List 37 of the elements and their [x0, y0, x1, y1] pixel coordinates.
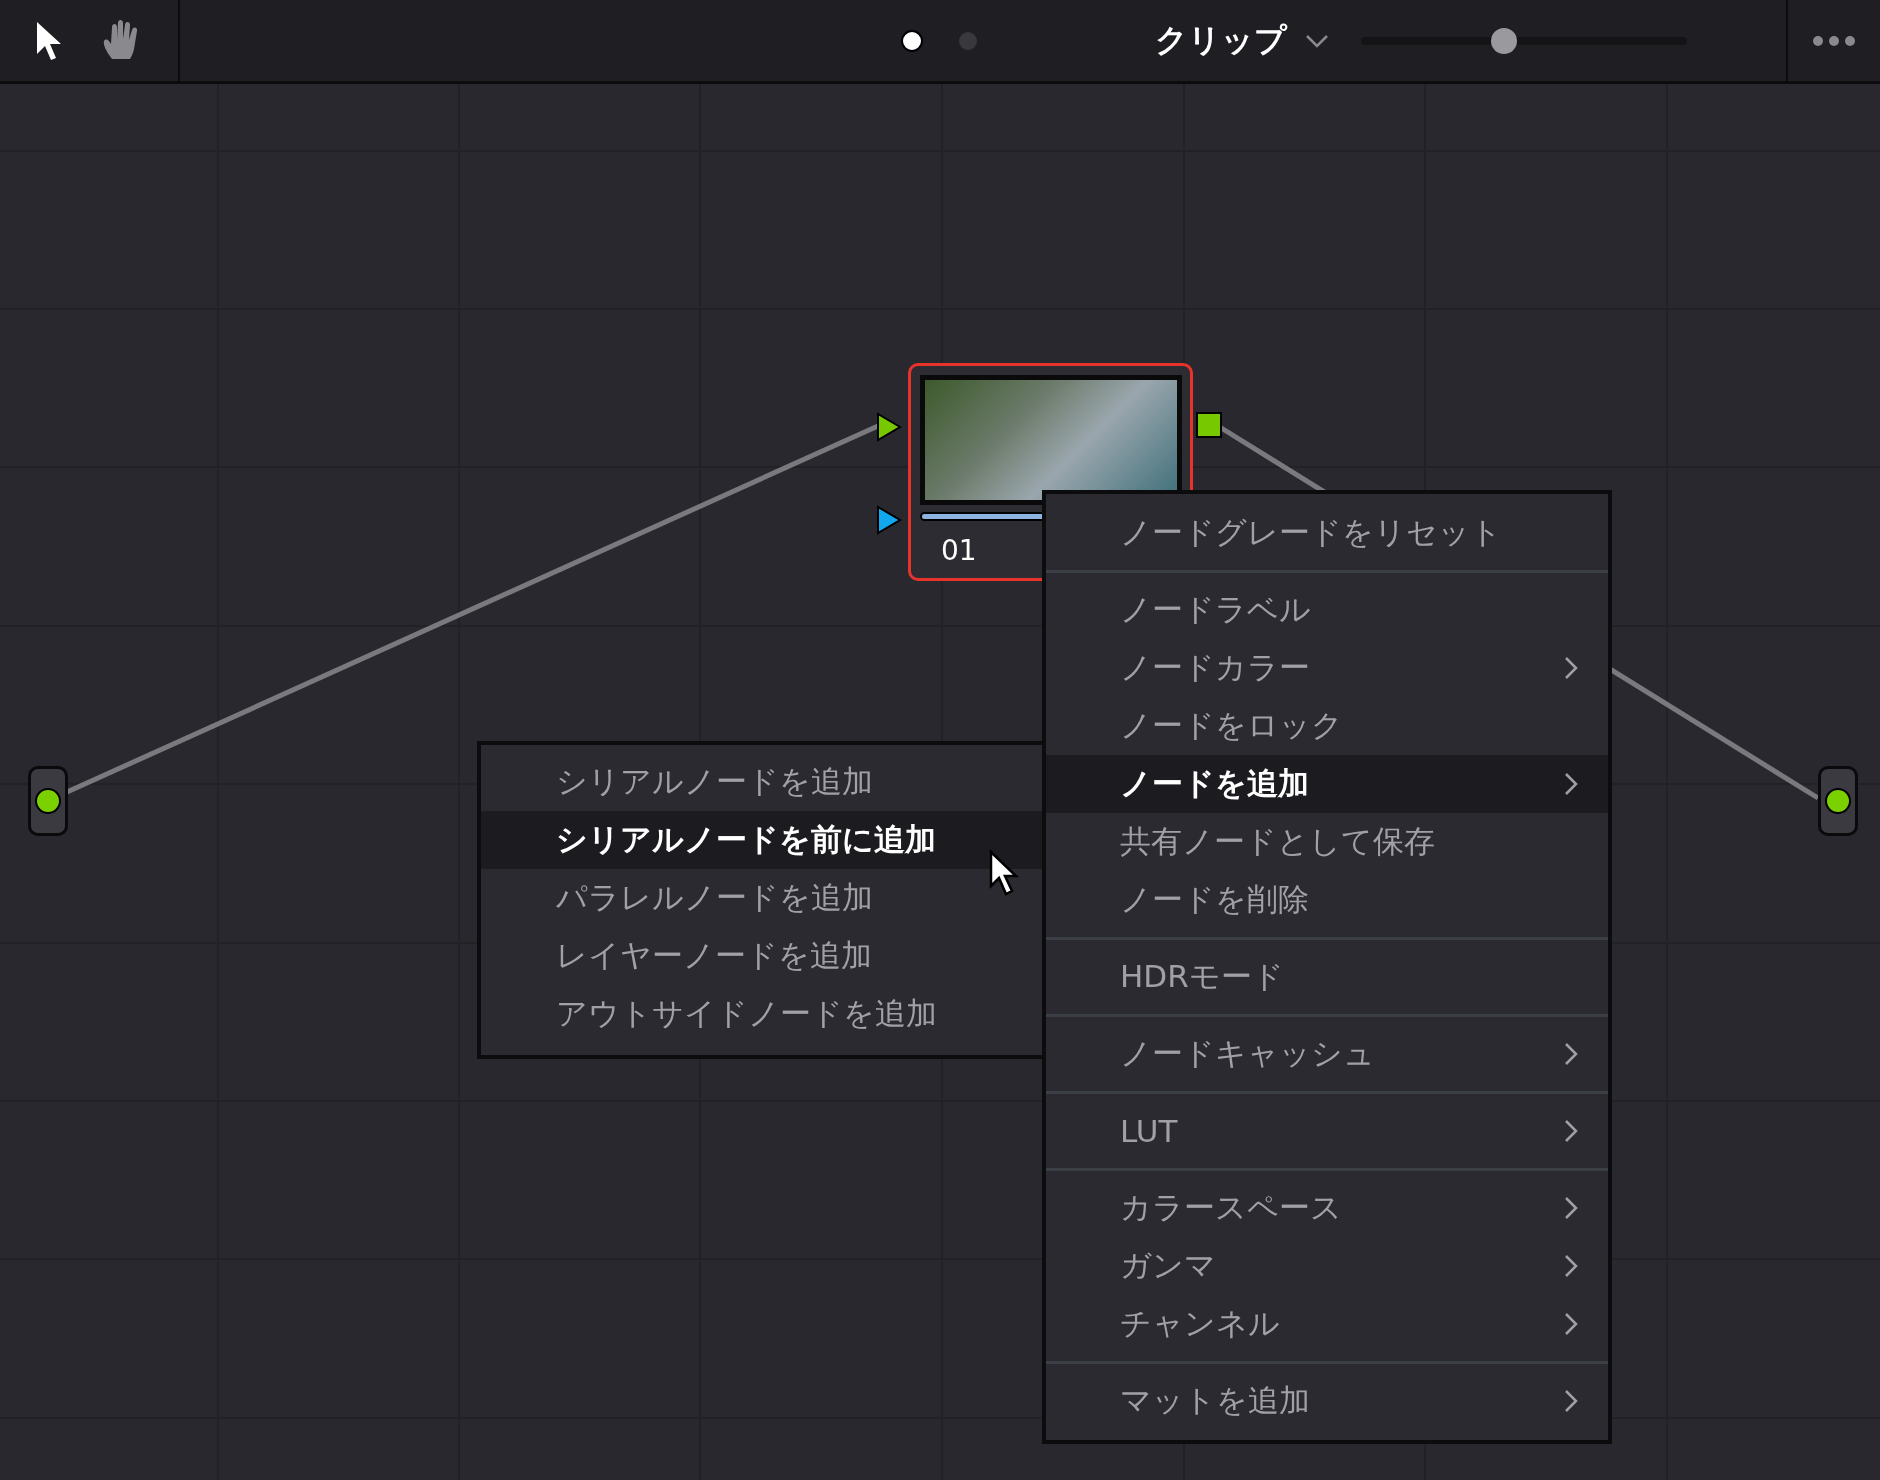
- page-dot[interactable]: [901, 29, 923, 52]
- chevron-right-icon: [1564, 1389, 1578, 1413]
- menu-item[interactable]: チャンネル: [1046, 1295, 1608, 1353]
- output-square-icon[interactable]: [1196, 412, 1222, 438]
- output-terminal[interactable]: [1818, 766, 1858, 836]
- menu-item[interactable]: LUT: [1046, 1102, 1608, 1160]
- node-label: 01: [941, 534, 977, 567]
- menu-item[interactable]: レイヤーノードを追加: [481, 927, 1042, 985]
- menu-item[interactable]: ノードを追加: [1046, 755, 1608, 813]
- chevron-right-icon: [1564, 1196, 1578, 1220]
- chevron-right-icon: [1564, 1254, 1578, 1278]
- chevron-right-icon: [1564, 1119, 1578, 1143]
- menu-item[interactable]: パラレルノードを追加: [481, 869, 1042, 927]
- menu-item[interactable]: ガンマ: [1046, 1237, 1608, 1295]
- chevron-right-icon: [1564, 1042, 1578, 1066]
- chevron-right-icon: [1564, 1312, 1578, 1336]
- menu-item[interactable]: ノードキャッシュ: [1046, 1025, 1608, 1083]
- menu-item[interactable]: ノードカラー: [1046, 639, 1608, 697]
- input-triangle-icon[interactable]: [876, 505, 902, 535]
- menu-item[interactable]: HDRモード: [1046, 948, 1608, 1006]
- input-triangle-icon[interactable]: [876, 412, 902, 442]
- menu-item[interactable]: マットを追加: [1046, 1372, 1608, 1430]
- menu-item[interactable]: ノードをロック: [1046, 697, 1608, 755]
- menu-item[interactable]: 共有ノードとして保存: [1046, 813, 1608, 871]
- source-terminal[interactable]: [28, 766, 68, 836]
- chevron-right-icon: [1564, 772, 1578, 796]
- chevron-right-icon: [1564, 656, 1578, 680]
- mode-dropdown[interactable]: クリップ: [1155, 18, 1329, 63]
- menu-item[interactable]: アウトサイドノードを追加: [481, 985, 1042, 1043]
- page-dot[interactable]: [959, 31, 977, 50]
- chevron-down-icon: [1305, 33, 1329, 48]
- menu-item[interactable]: カラースペース: [1046, 1179, 1608, 1237]
- menu-item[interactable]: ノードラベル: [1046, 581, 1608, 639]
- slider-thumb[interactable]: [1491, 27, 1518, 54]
- menu-item[interactable]: シリアルノードを前に追加: [481, 811, 1042, 869]
- menu-item[interactable]: ノードを削除: [1046, 871, 1608, 929]
- menu-item[interactable]: シリアルノードを追加: [481, 753, 1042, 811]
